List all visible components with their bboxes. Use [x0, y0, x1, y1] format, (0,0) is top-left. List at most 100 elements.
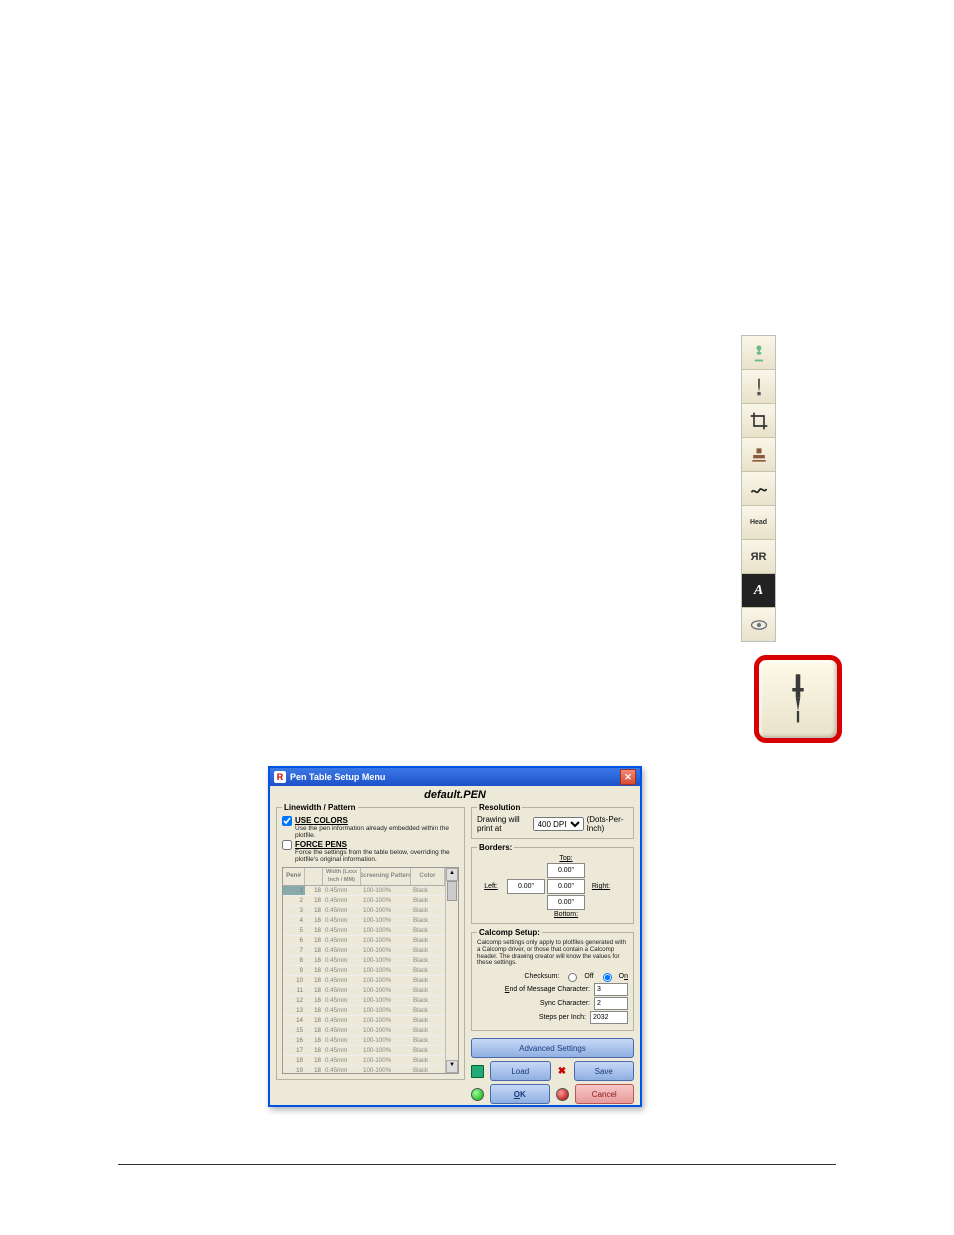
red-led-icon [556, 1088, 569, 1101]
sync-input[interactable] [594, 997, 628, 1010]
resolution-select[interactable]: 400 DPI [533, 817, 584, 831]
pen-icon [783, 672, 813, 727]
app-icon: R [274, 771, 286, 783]
checksum-label: Checksum: [524, 973, 559, 980]
calcomp-desc: Calcomp settings only apply to plotfiles… [477, 940, 628, 967]
col-color: Color [411, 868, 445, 885]
pen-table-row[interactable]: 10180.45mm100-100%Black [283, 976, 445, 986]
pen-table-row[interactable]: 13180.45mm100-100%Black [283, 1006, 445, 1016]
file-title: default.PEN [270, 786, 640, 803]
pen-table-row[interactable]: 8180.45mm100-100%Black [283, 956, 445, 966]
pen-table-row[interactable]: 15180.45mm100-100%Black [283, 1026, 445, 1036]
col-pattern: Screening Pattern [361, 868, 411, 885]
pen-icon [749, 377, 769, 397]
pawn-tool-button[interactable] [742, 336, 775, 370]
pen-tool-button[interactable] [742, 370, 775, 404]
calcomp-legend: Calcomp Setup: [477, 928, 542, 937]
load-button[interactable]: Load [490, 1061, 551, 1081]
eom-input[interactable] [594, 983, 628, 996]
save-button[interactable]: Save [574, 1061, 635, 1081]
italic-a-icon: A [754, 583, 763, 599]
pen-table-row[interactable]: 6180.45mm100-100%Black [283, 936, 445, 946]
sync-label: Sync Character: [540, 1000, 590, 1007]
close-button[interactable]: ✕ [620, 769, 636, 785]
ok-button[interactable]: OK [490, 1084, 550, 1104]
stamp-tool-button[interactable] [742, 438, 775, 472]
advanced-settings-button[interactable]: Advanced Settings [471, 1038, 634, 1058]
checksum-off-radio[interactable] [568, 973, 577, 982]
pen-setup-big-button[interactable] [754, 655, 842, 743]
pen-table-row[interactable]: 18180.45mm100-100%Black [283, 1056, 445, 1066]
right-border-input[interactable] [547, 879, 585, 894]
close-icon: ✕ [624, 772, 632, 783]
pen-table-row[interactable]: 19180.45mm100-100%Black [283, 1066, 445, 1073]
force-pens-desc: Force the settings from the table below,… [295, 849, 459, 863]
stamp-icon [749, 445, 769, 465]
steps-input[interactable] [590, 1011, 628, 1024]
titlebar[interactable]: R Pen Table Setup Menu ✕ [270, 768, 640, 786]
mirror-rr-icon: ЯR [751, 551, 767, 563]
use-colors-label: USE COLORS [295, 816, 459, 825]
checksum-off-label: OOffff [584, 973, 593, 980]
borders-legend: Borders: [477, 843, 514, 852]
left-border-input[interactable] [507, 879, 545, 894]
pen-table-row[interactable]: 17180.45mm100-100%Black [283, 1046, 445, 1056]
squiggle-icon [749, 479, 769, 499]
crop-icon [749, 411, 769, 431]
linewidth-legend: Linewidth / Pattern [282, 803, 358, 812]
pen-table-scrollbar[interactable]: ▲ ▼ [445, 868, 458, 1073]
cancel-button[interactable]: Cancel [575, 1084, 635, 1104]
font-tool-button[interactable]: A [742, 574, 775, 608]
borders-group: Borders: Top: Left: Right: [471, 843, 634, 924]
resolution-group: Resolution Drawing will print at 400 DPI… [471, 803, 634, 839]
eye-tool-button[interactable] [742, 608, 775, 641]
linewidth-pattern-group: Linewidth / Pattern USE COLORS Use the p… [276, 803, 465, 1080]
col-pennum: Pen# [283, 868, 305, 885]
checksum-on-radio[interactable] [603, 973, 612, 982]
scroll-thumb[interactable] [447, 881, 457, 901]
force-pens-checkbox[interactable] [282, 840, 292, 850]
pen-table-row[interactable]: 16180.45mm100-100%Black [283, 1036, 445, 1046]
mirror-tool-button[interactable]: ЯR [742, 540, 775, 574]
squiggle-tool-button[interactable] [742, 472, 775, 506]
pen-table-row[interactable]: 11180.45mm100-100%Black [283, 986, 445, 996]
eye-icon [749, 615, 769, 635]
pen-table-row[interactable]: 9180.45mm100-100%Black [283, 966, 445, 976]
eom-label: End of Message Character: [505, 986, 590, 993]
dialog-title: Pen Table Setup Menu [290, 772, 385, 782]
pen-table-row[interactable]: 14180.45mm100-100%Black [283, 1016, 445, 1026]
disk-icon [471, 1065, 484, 1078]
header-icon: Head [750, 519, 767, 526]
pen-table-row[interactable]: 5180.45mm100-100%Black [283, 926, 445, 936]
pen-table-row[interactable]: 12180.45mm100-100%Black [283, 996, 445, 1006]
resolution-prefix: Drawing will print at [477, 815, 530, 833]
pen-table-setup-dialog: R Pen Table Setup Menu ✕ default.PEN Lin… [268, 766, 642, 1107]
pawn-icon [749, 343, 769, 363]
pen-table-header: Pen# Width (Lxxx Inch / MM) Screening Pa… [283, 868, 445, 886]
pen-table-row[interactable]: 1180.45mm100-100%Black [283, 886, 445, 896]
calcomp-group: Calcomp Setup: Calcomp settings only app… [471, 928, 634, 1031]
pen-table-row[interactable]: 7180.45mm100-100%Black [283, 946, 445, 956]
right-label: Right: [592, 883, 610, 890]
pen-table: Pen# Width (Lxxx Inch / MM) Screening Pa… [282, 867, 459, 1074]
use-colors-checkbox[interactable] [282, 816, 292, 826]
scroll-up-arrow[interactable]: ▲ [446, 868, 458, 881]
resolution-legend: Resolution [477, 803, 522, 812]
pen-table-row[interactable]: 2180.45mm100-100%Black [283, 896, 445, 906]
left-label: Left: [484, 883, 498, 890]
bottom-border-input[interactable] [547, 895, 585, 910]
bottom-label: Bottom: [554, 911, 578, 918]
top-border-input[interactable] [547, 863, 585, 878]
resolution-suffix: (Dots-Per-Inch) [587, 815, 628, 833]
green-led-icon [471, 1088, 484, 1101]
force-pens-label: FORCE PENS [295, 840, 459, 849]
pen-table-row[interactable]: 4180.45mm100-100%Black [283, 916, 445, 926]
crop-tool-button[interactable] [742, 404, 775, 438]
x-icon: ✖ [557, 1066, 568, 1077]
top-label: Top: [559, 855, 572, 862]
header-tool-button[interactable]: Head [742, 506, 775, 540]
page-rule [118, 1164, 836, 1165]
scroll-down-arrow[interactable]: ▼ [446, 1060, 458, 1073]
checksum-on-label: On [619, 973, 628, 980]
pen-table-row[interactable]: 3180.45mm100-100%Black [283, 906, 445, 916]
